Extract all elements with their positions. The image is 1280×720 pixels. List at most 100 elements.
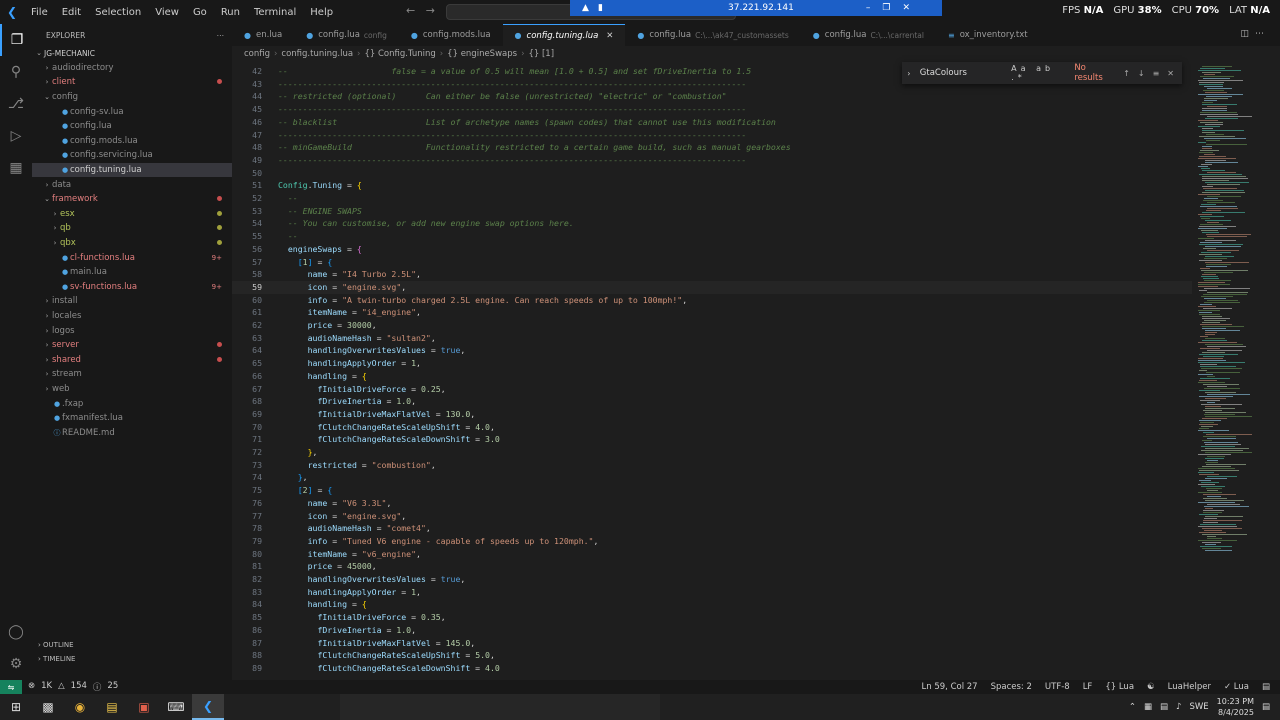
code-line[interactable]: 66 handling = { (232, 370, 1192, 383)
chrome-icon[interactable]: ◉ (64, 694, 96, 720)
tree-folder[interactable]: › stream (32, 367, 232, 382)
code-line[interactable]: 51 Config.Tuning = { (232, 179, 1192, 192)
end-of-line[interactable]: LF (1083, 682, 1093, 692)
code-line[interactable]: 85 fInitialDriveForce = 0.35, (232, 611, 1192, 624)
code-line[interactable]: 50 (232, 167, 1192, 180)
menu-go[interactable]: Go (186, 7, 214, 18)
find-nav-buttons[interactable]: ↑↓≡✕ (1123, 69, 1182, 78)
code-line[interactable]: 52 -- (232, 192, 1192, 205)
tree-folder[interactable]: › web (32, 382, 232, 397)
start-button-icon[interactable]: ⊞ (0, 694, 32, 720)
code-line[interactable]: 46 -- blacklist List of archetype names (… (232, 116, 1192, 129)
tab-config-mods-lua[interactable]: ● config.mods.lua (399, 24, 503, 46)
code-line[interactable]: 56 engineSwaps = { (232, 243, 1192, 256)
breadcrumb-item[interactable]: {} engineSwaps (447, 49, 517, 59)
tab-config-lua[interactable]: ● config.lua C:\...\carrental (801, 24, 936, 46)
tree-file[interactable]: ● config.mods.lua (32, 134, 232, 149)
code-line[interactable]: 76 name = "V6 3.3L", (232, 497, 1192, 510)
code-line[interactable]: 67 fInitialDriveForce = 0.25, (232, 383, 1192, 396)
tree-file[interactable]: ⓘ README.md (32, 425, 232, 440)
volume-icon[interactable]: ♪ (1176, 702, 1181, 712)
tab-config-lua[interactable]: ● config.lua C:\...\ak47_customassets (625, 24, 800, 46)
tree-folder[interactable]: ⌄ config (32, 90, 232, 105)
tab-config-tuning-lua[interactable]: ● config.tuning.lua ✕ (502, 24, 626, 46)
menu-file[interactable]: File (24, 7, 55, 18)
explorer-root[interactable]: ⌄ JG-MECHANIC (32, 46, 232, 61)
code-line[interactable]: 44 -- restricted (optional) Can either be… (232, 90, 1192, 103)
tab-ox_inventory-txt[interactable]: ≡ ox_inventory.txt (936, 24, 1040, 46)
tray-chevron-icon[interactable]: ⌃ (1129, 702, 1136, 712)
tree-file[interactable]: ● main.lua (32, 265, 232, 280)
code-line[interactable]: 61 itemName = "i4_engine", (232, 306, 1192, 319)
code-line[interactable]: 83 handlingApplyOrder = 1, (232, 586, 1192, 599)
tree-folder[interactable]: › qbx (32, 236, 232, 251)
code-line[interactable]: 48 -- minGameBuild Functionality restrict… (232, 141, 1192, 154)
settings-gear-icon[interactable]: ⚙ (0, 648, 32, 680)
extensions-icon[interactable]: ▦ (0, 152, 32, 184)
tree-file[interactable]: ● .fxap (32, 396, 232, 411)
code-line[interactable]: 54 -- You can customise, or add new engi… (232, 217, 1192, 230)
code-line[interactable]: 58 name = "I4 Turbo 2.5L", (232, 268, 1192, 281)
encoding[interactable]: UTF-8 (1045, 682, 1070, 692)
tree-folder[interactable]: › locales (32, 309, 232, 324)
menu-view[interactable]: View (148, 7, 186, 18)
indentation[interactable]: Spaces: 2 (991, 682, 1032, 692)
tree-file[interactable]: ● cl-functions.lua 9+ (32, 250, 232, 265)
window-controls[interactable]: –❐✕ (866, 3, 922, 13)
code-line[interactable]: 82 handlingOverwritesValues = true, (232, 573, 1192, 586)
code-line[interactable]: 89 fClutchChangeRateScaleDownShift = 4.0 (232, 662, 1192, 675)
code-line[interactable]: 64 handlingOverwritesValues = true, (232, 344, 1192, 357)
minimap[interactable] (1192, 62, 1280, 680)
tree-folder[interactable]: › esx (32, 207, 232, 222)
breadcrumb-item[interactable]: {} Config.Tuning (364, 49, 435, 59)
timeline-section[interactable]: › TIMELINE (32, 652, 232, 666)
pin-icon[interactable]: ▲ (582, 3, 589, 13)
tab-en-lua[interactable]: ● en.lua (232, 24, 294, 46)
code-line[interactable]: 47 --------------------------------------… (232, 129, 1192, 142)
file-explorer-icon[interactable]: ▤ (96, 694, 128, 720)
code-line[interactable]: 74 }, (232, 471, 1192, 484)
task-view-icon[interactable]: ▩ (32, 694, 64, 720)
problems-indicator[interactable]: ⊗ 1K △ 154 ⓘ 25 (28, 681, 118, 693)
code-line[interactable]: 49 --------------------------------------… (232, 154, 1192, 167)
more-actions-icon[interactable]: ⋯ (217, 31, 225, 40)
menu-run[interactable]: Run (214, 7, 247, 18)
toggle-replace-icon[interactable]: › (902, 69, 916, 78)
run-debug-icon[interactable]: ▷ (0, 120, 32, 152)
breadcrumb-item[interactable]: config (244, 49, 270, 59)
tray-apps-icon[interactable]: ▦ (1144, 702, 1152, 712)
clock[interactable]: 10:23 PM 8/4/2025 (1217, 696, 1254, 718)
code-line[interactable]: 59 icon = "engine.svg", (232, 281, 1192, 294)
tree-folder[interactable]: › client (32, 75, 232, 90)
code-line[interactable]: 53 -- ENGINE SWAPS (232, 205, 1192, 218)
code-line[interactable]: 86 fDriveInertia = 1.0, (232, 624, 1192, 637)
editor-actions[interactable]: ◫⋯ (1240, 29, 1270, 39)
tree-file[interactable]: ● config.tuning.lua (32, 162, 232, 178)
code-line[interactable]: 55 -- (232, 230, 1192, 243)
code-line[interactable]: 87 fInitialDriveMaxFlatVel = 145.0, (232, 637, 1192, 650)
account-icon[interactable]: ◯ (0, 616, 32, 648)
find-options[interactable]: Aa ab .* (1011, 64, 1066, 82)
breadcrumb-item[interactable]: {} [1] (528, 49, 554, 59)
code-line[interactable]: 77 icon = "engine.svg", (232, 510, 1192, 523)
notifications-icon[interactable]: ▤ (1262, 682, 1270, 692)
code-line[interactable]: 71 fClutchChangeRateScaleDownShift = 3.0 (232, 433, 1192, 446)
tree-folder[interactable]: › install (32, 294, 232, 309)
code-line[interactable]: 45 --------------------------------------… (232, 103, 1192, 116)
tree-folder[interactable]: › data (32, 177, 232, 192)
code-line[interactable]: 80 itemName = "v6_engine", (232, 548, 1192, 561)
code-line[interactable]: 73 restricted = "combustion", (232, 459, 1192, 472)
nav-arrows[interactable]: ← → (406, 4, 435, 17)
code-line[interactable]: 72 }, (232, 446, 1192, 459)
menu-help[interactable]: Help (303, 7, 340, 18)
code-line[interactable]: 88 fClutchChangeRateScaleUpShift = 5.0, (232, 649, 1192, 662)
tab-config-lua[interactable]: ● config.lua config (294, 24, 399, 46)
breadcrumb-item[interactable]: config.tuning.lua (281, 49, 353, 59)
code-line[interactable]: 68 fDriveInertia = 1.0, (232, 395, 1192, 408)
copilot-icon[interactable]: ☯ (1147, 682, 1155, 692)
code-line[interactable]: 60 info = "A twin-turbo charged 2.5L eng… (232, 294, 1192, 307)
find-input[interactable]: GtaColours (916, 68, 1011, 78)
close-icon[interactable]: ✕ (606, 31, 613, 41)
menu-terminal[interactable]: Terminal (247, 7, 303, 18)
code-editor[interactable]: 42 -- false = a value of 0.5 will mean [1… (232, 62, 1192, 680)
